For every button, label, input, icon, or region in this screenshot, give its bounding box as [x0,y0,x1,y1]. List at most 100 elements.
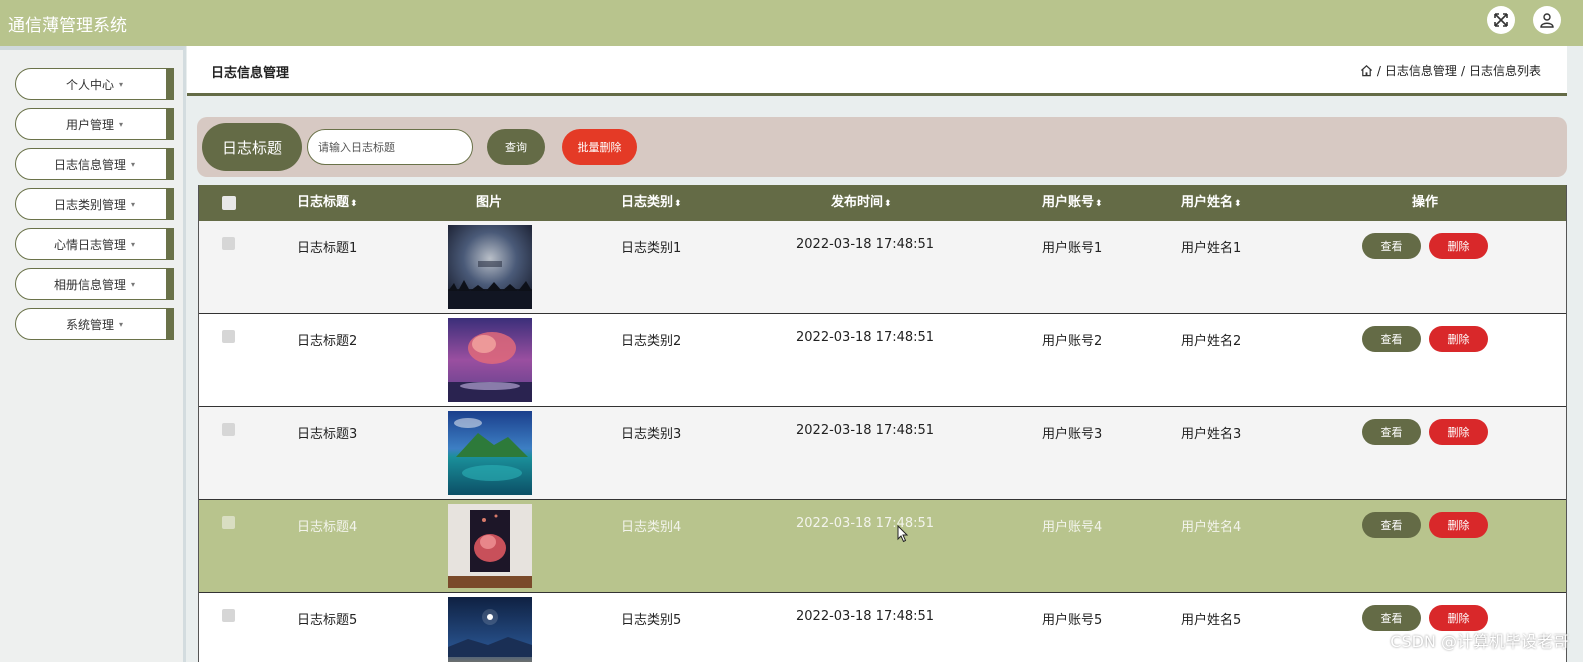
sidebar-item-log-info-management[interactable]: 日志信息管理 ▾ [15,148,174,180]
chevron-down-icon: ▾ [119,119,124,129]
row-checkbox[interactable] [222,330,235,343]
cell-publish-time: 2022-03-18 17:48:51 [796,237,935,252]
sidebar-item-log-category-management[interactable]: 日志类别管理 ▾ [15,188,174,220]
table-row[interactable]: 日志标题5 日志类别5 2022-03-18 17:48:51 用户账号5 用户… [199,593,1566,662]
sidebar-item-label: 个人中心 [65,77,114,92]
row-checkbox[interactable] [222,516,235,529]
app-title: 通信薄管理系统 [8,16,127,36]
column-header-publish-time[interactable]: 发布时间⬍ [831,185,892,221]
user-icon[interactable] [1533,6,1561,34]
sidebar-item-label: 相册信息管理 [53,277,126,292]
cell-title: 日志标题2 [297,334,358,349]
sort-icon[interactable]: ⬍ [884,199,892,209]
island-lake-thumbnail[interactable] [448,411,532,495]
sort-icon[interactable]: ⬍ [1095,199,1103,209]
breadcrumb-separator: / [1460,63,1465,78]
breadcrumb-bar: 日志信息管理 / 日志信息管理 / 日志信息列表 [187,46,1567,96]
moon-lake-thumbnail[interactable] [448,597,532,662]
cell-title: 日志标题3 [297,427,358,442]
column-header-account[interactable]: 用户账号⬍ [1042,185,1103,221]
mouse-cursor-icon [897,525,909,543]
chevron-down-icon: ▾ [131,239,136,249]
framed-art-thumbnail[interactable] [448,504,532,588]
column-header-name[interactable]: 用户姓名⬍ [1181,185,1242,221]
search-panel: 日志标题 查询 批量删除 [197,117,1567,177]
cell-name: 用户姓名3 [1181,427,1242,442]
cell-category: 日志类别1 [621,241,682,256]
sidebar-item-label: 日志信息管理 [53,157,126,172]
page-title: 日志信息管理 [211,66,290,81]
chevron-down-icon: ▾ [131,279,136,289]
cell-account: 用户账号2 [1042,334,1103,349]
search-input[interactable] [307,129,473,165]
cell-account: 用户账号3 [1042,427,1103,442]
cell-publish-time: 2022-03-18 17:48:51 [796,330,935,345]
cell-category: 日志类别4 [621,520,682,535]
cell-publish-time: 2022-03-18 17:48:51 [796,516,935,531]
column-header-category[interactable]: 日志类别⬍ [621,185,682,221]
sidebar-item-personal-center[interactable]: 个人中心 ▾ [15,68,174,100]
cell-title: 日志标题5 [297,613,358,628]
cell-publish-time: 2022-03-18 17:48:51 [796,423,935,438]
cell-category: 日志类别5 [621,613,682,628]
night-sky-thumbnail[interactable] [448,225,532,309]
column-header-actions: 操作 [1411,195,1438,210]
column-header-title[interactable]: 日志标题⬍ [297,185,358,221]
view-button[interactable]: 查看 [1362,326,1421,352]
sidebar-item-label: 系统管理 [65,317,114,332]
chevron-down-icon: ▾ [119,319,124,329]
breadcrumb-item: 日志信息列表 [1468,64,1541,78]
sort-icon[interactable]: ⬍ [674,199,682,209]
delete-button[interactable]: 删除 [1429,233,1488,259]
cell-name: 用户姓名1 [1181,241,1242,256]
select-all-checkbox[interactable] [222,196,236,210]
cell-title: 日志标题1 [297,241,358,256]
pink-cloud-thumbnail[interactable] [448,318,532,402]
breadcrumb-item[interactable]: 日志信息管理 [1385,62,1457,79]
table-row-highlighted[interactable]: 日志标题4 日志类别4 2022-03-18 17:48:51 用户账号4 用户… [199,500,1566,593]
sidebar-item-album-management[interactable]: 相册信息管理 ▾ [15,268,174,300]
cell-category: 日志类别2 [621,334,682,349]
home-icon[interactable] [1360,64,1373,77]
breadcrumb-separator: / [1376,63,1381,78]
top-bar: 通信薄管理系统 [0,0,1583,46]
sidebar-item-mood-log-management[interactable]: 心情日志管理 ▾ [15,228,174,260]
cell-name: 用户姓名5 [1181,613,1242,628]
cell-account: 用户账号4 [1042,520,1103,535]
sort-icon[interactable]: ⬍ [350,199,358,209]
row-checkbox[interactable] [222,609,235,622]
fullscreen-icon[interactable] [1487,6,1515,34]
cell-name: 用户姓名2 [1181,334,1242,349]
table-row[interactable]: 日志标题2 日志类别2 2022-03-18 17:48:51 用户账号2 用户… [199,314,1566,407]
view-button[interactable]: 查看 [1362,233,1421,259]
table-row[interactable]: 日志标题1 日志类别1 2022-03-18 17:48:51 用户账号1 用户… [199,221,1566,314]
column-header-image: 图片 [475,195,502,210]
view-button[interactable]: 查看 [1362,419,1421,445]
cell-title: 日志标题4 [297,520,358,535]
query-button[interactable]: 查询 [487,129,545,165]
breadcrumb: / 日志信息管理 / 日志信息列表 [1360,62,1541,79]
row-checkbox[interactable] [222,423,235,436]
cell-account: 用户账号1 [1042,241,1103,256]
delete-button[interactable]: 删除 [1429,419,1488,445]
sidebar-item-user-management[interactable]: 用户管理 ▾ [15,108,174,140]
delete-button[interactable]: 删除 [1429,326,1488,352]
cell-publish-time: 2022-03-18 17:48:51 [796,609,935,624]
table-row[interactable]: 日志标题3 日志类别3 2022-03-18 17:48:51 用户账号3 用户… [199,407,1566,500]
chevron-down-icon: ▾ [131,199,136,209]
search-label: 日志标题 [202,123,302,171]
delete-button[interactable]: 删除 [1429,512,1488,538]
sidebar-item-system-management[interactable]: 系统管理 ▾ [15,308,174,340]
cell-account: 用户账号5 [1042,613,1103,628]
sidebar-item-label: 用户管理 [65,117,114,132]
watermark: CSDN @计算机毕设老哥 [1390,632,1569,651]
cell-category: 日志类别3 [621,427,682,442]
chevron-down-icon: ▾ [119,79,124,89]
table-header: 日志标题⬍ 图片 日志类别⬍ 发布时间⬍ 用户账号⬍ 用户姓名⬍ 操作 [199,185,1566,221]
row-checkbox[interactable] [222,237,235,250]
batch-delete-button[interactable]: 批量删除 [562,129,637,165]
sort-icon[interactable]: ⬍ [1234,199,1242,209]
view-button[interactable]: 查看 [1362,512,1421,538]
cell-name: 用户姓名4 [1181,520,1242,535]
sidebar-item-label: 日志类别管理 [53,197,126,212]
